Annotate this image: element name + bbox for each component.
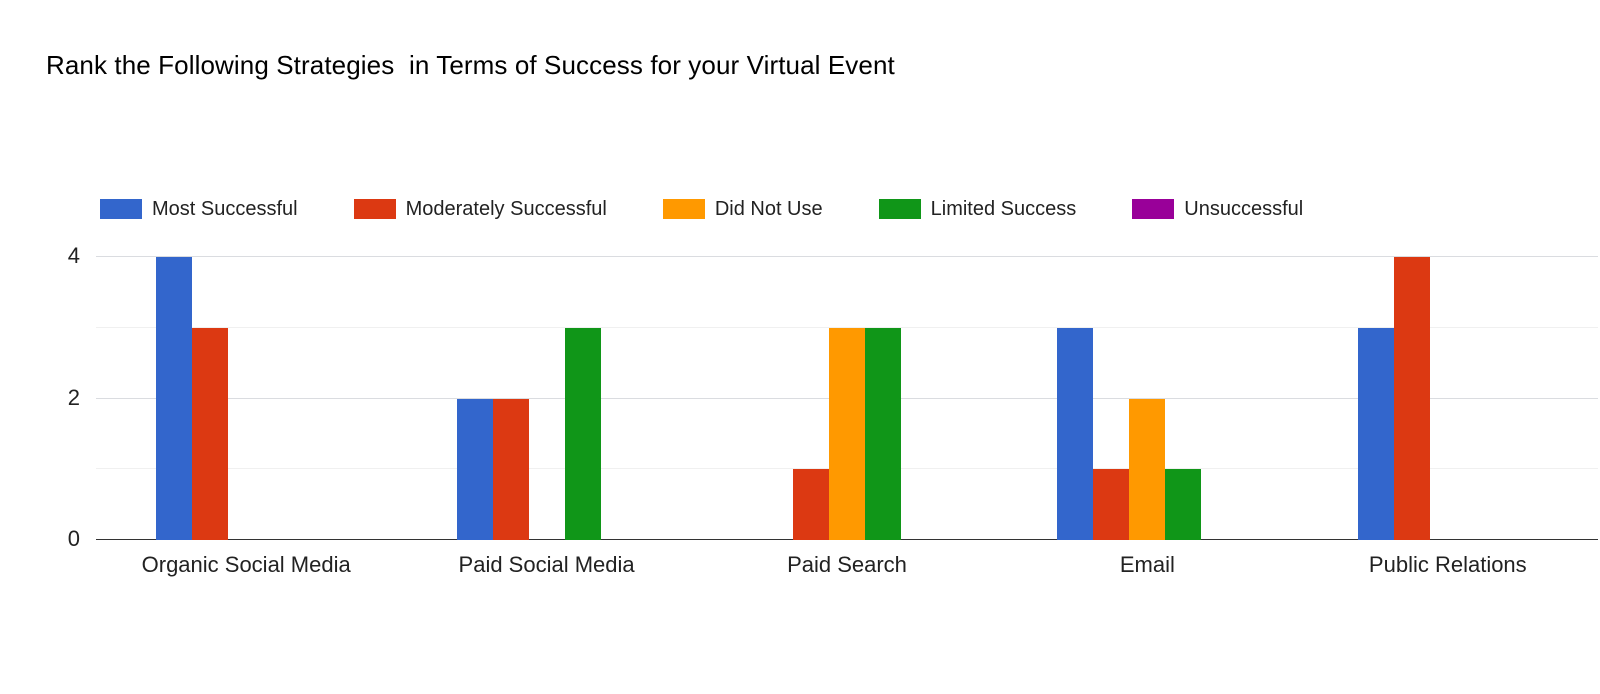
chart-container: Rank the Following Strategies in Terms o… <box>0 0 1600 694</box>
legend-item-label: Limited Success <box>930 198 1077 220</box>
legend-swatch-icon <box>878 199 921 219</box>
y-axis-tick-label: 0 <box>67 526 80 551</box>
x-axis-category-label: Paid Social Media <box>458 552 635 577</box>
legend-item[interactable]: Limited Success <box>878 198 1077 220</box>
bar[interactable] <box>1393 257 1430 540</box>
legend-swatch-icon <box>662 199 705 219</box>
legend-item[interactable]: Unsuccessful <box>1132 198 1303 220</box>
legend-swatch-icon <box>1132 199 1175 219</box>
legend-item[interactable]: Most Successful <box>100 198 298 220</box>
legend-swatch-icon <box>100 199 142 219</box>
bar[interactable] <box>1357 327 1394 540</box>
legend-item-label: Most Successful <box>152 198 298 220</box>
legend-item-label: Did Not Use <box>714 198 823 220</box>
legend-swatch-icon <box>353 199 396 219</box>
chart-title: Rank the Following Strategies in Terms o… <box>46 50 895 80</box>
chart-legend: Most Successful Moderately Successful Did … <box>100 196 1303 222</box>
plot-area <box>96 256 1598 540</box>
legend-item-label: Moderately Successful <box>405 198 607 220</box>
bar-group <box>96 257 1598 540</box>
legend-item[interactable]: Moderately Successful <box>353 198 607 220</box>
x-axis-category-label: Email <box>1119 552 1175 577</box>
x-axis-category-label: Organic Social Media <box>141 552 351 577</box>
y-axis-tick-label: 4 <box>67 243 80 268</box>
y-axis-tick-label: 2 <box>67 384 80 410</box>
legend-item-label: Unsuccessful <box>1184 198 1304 220</box>
x-axis-category-label: Public Relations <box>1368 552 1527 577</box>
x-axis-category-label: Paid Search <box>787 552 907 577</box>
legend-item[interactable]: Did Not Use <box>662 198 823 220</box>
